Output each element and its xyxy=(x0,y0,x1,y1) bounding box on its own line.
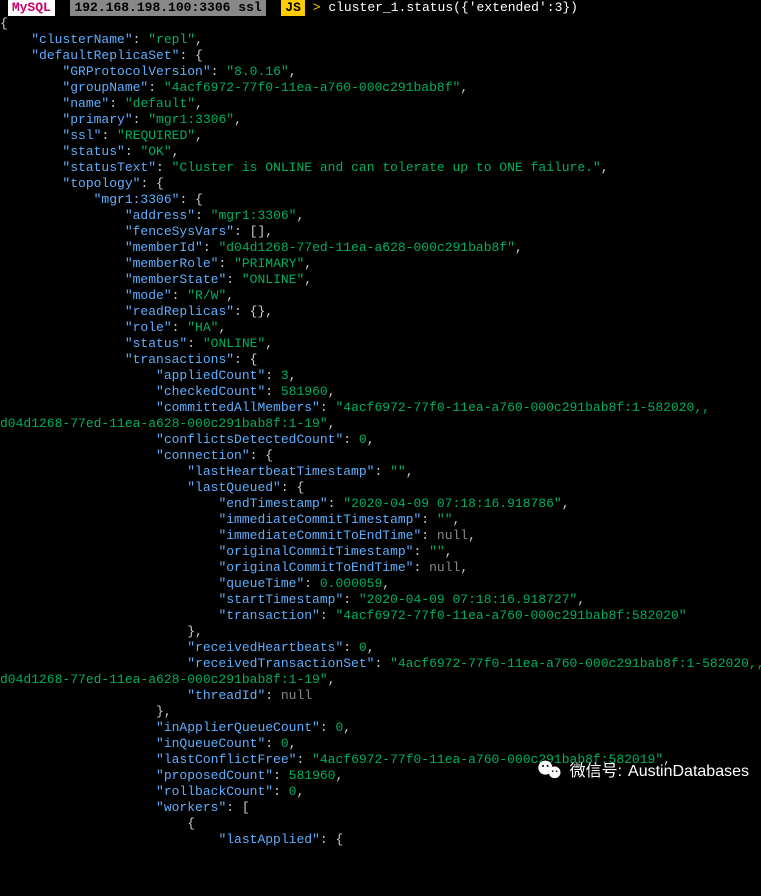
watermark: 微信号: AustinDatabases xyxy=(536,756,749,788)
host-badge: 192.168.198.100:3306 ssl xyxy=(70,0,265,16)
prompt-line[interactable]: MySQL 192.168.198.100:3306 ssl JS > clus… xyxy=(0,0,761,16)
wechat-icon xyxy=(536,756,564,788)
command-text: cluster_1.status({'extended':3}) xyxy=(328,0,578,15)
mode-badge: JS xyxy=(281,0,305,16)
watermark-value: AustinDatabases xyxy=(628,764,749,780)
watermark-label: 微信号: xyxy=(570,764,622,780)
engine-badge: MySQL xyxy=(8,0,55,16)
